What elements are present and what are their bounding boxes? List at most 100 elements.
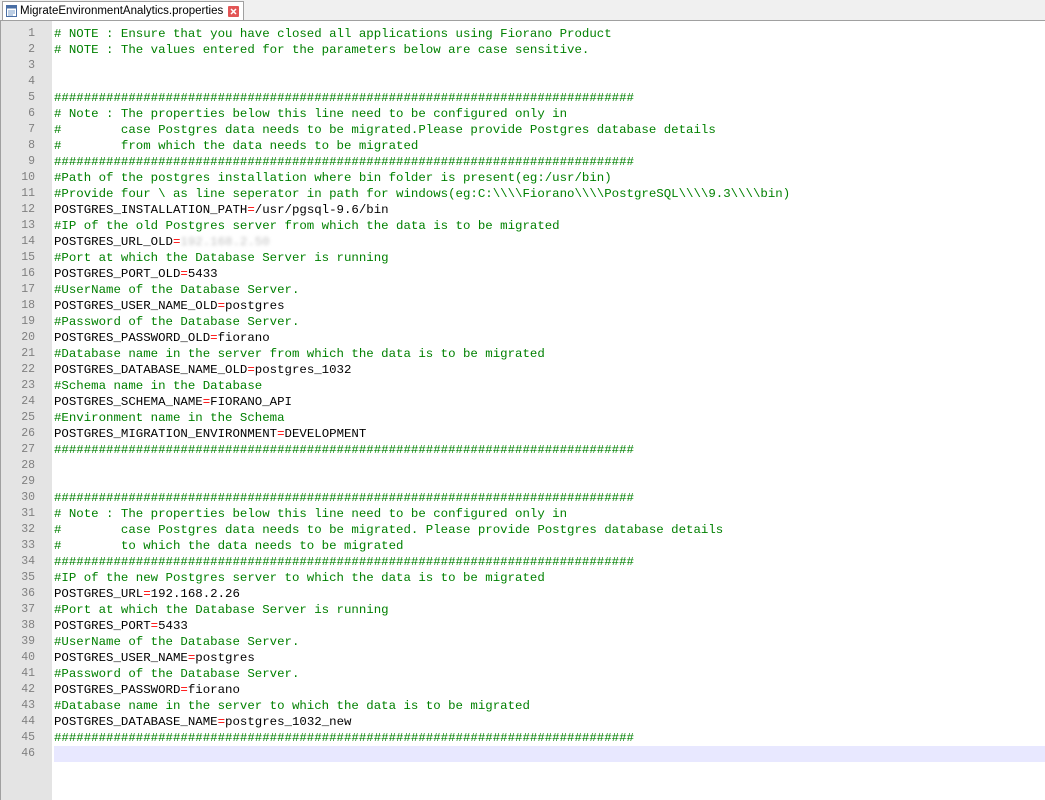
editor-line[interactable]: 14 POSTGRES_URL_OLD=192.168.2.50	[1, 234, 1045, 250]
line-number: 3	[28, 59, 35, 72]
tab-bar: MigrateEnvironmentAnalytics.properties	[0, 0, 1045, 21]
comment-text: # case Postgres data needs to be migrate…	[54, 523, 724, 537]
comment-text: ########################################…	[54, 491, 634, 505]
editor-line[interactable]: 34 ######################################…	[1, 554, 1045, 570]
editor-line[interactable]: 26 POSTGRES_MIGRATION_ENVIRONMENT=DEVELOP…	[1, 426, 1045, 442]
editor-line[interactable]: 18 POSTGRES_USER_NAME_OLD=postgres	[1, 298, 1045, 314]
editor-line[interactable]: 31 # Note : The properties below this lin…	[1, 506, 1045, 522]
text-editor[interactable]: 1 # NOTE : Ensure that you have closed al…	[0, 21, 1045, 800]
comment-text: #UserName of the Database Server.	[54, 283, 300, 297]
editor-line[interactable]: 38 POSTGRES_PORT=5433	[1, 618, 1045, 634]
editor-line[interactable]: 15 #Port at which the Database Server is …	[1, 250, 1045, 266]
line-content: POSTGRES_URL=192.168.2.26	[54, 586, 1045, 602]
editor-line[interactable]: 42 POSTGRES_PASSWORD=fiorano	[1, 682, 1045, 698]
line-number: 12	[21, 203, 35, 216]
comment-text: #IP of the new Postgres server to which …	[54, 571, 545, 585]
line-number: 30	[21, 491, 35, 504]
comment-text: ########################################…	[54, 155, 634, 169]
line-content: #Port at which the Database Server is ru…	[54, 250, 1045, 266]
line-content: # Note : The properties below this line …	[54, 506, 1045, 522]
editor-line[interactable]: 24 POSTGRES_SCHEMA_NAME=FIORANO_API	[1, 394, 1045, 410]
line-content: POSTGRES_MIGRATION_ENVIRONMENT=DEVELOPME…	[54, 426, 1045, 442]
line-number: 20	[21, 331, 35, 344]
line-number: 16	[21, 267, 35, 280]
property-value: DEVELOPMENT	[284, 427, 367, 441]
editor-line[interactable]: 5 #######################################…	[1, 90, 1045, 106]
editor-line[interactable]: 21 #Database name in the server from whic…	[1, 346, 1045, 362]
line-content: ########################################…	[54, 90, 1045, 106]
editor-line[interactable]: 11 #Provide four \ as line seperator in p…	[1, 186, 1045, 202]
editor-line[interactable]: 27 ######################################…	[1, 442, 1045, 458]
property-value: postgres_1032_new	[225, 715, 352, 729]
editor-line[interactable]: 37 #Port at which the Database Server is …	[1, 602, 1045, 618]
editor-line[interactable]: 16 POSTGRES_PORT_OLD=5433	[1, 266, 1045, 282]
editor-line[interactable]: 32 # case Postgres data needs to be migra…	[1, 522, 1045, 538]
property-key: POSTGRES_USER_NAME_OLD	[54, 299, 218, 313]
comment-text: #Port at which the Database Server is ru…	[54, 603, 389, 617]
editor-line[interactable]: 23 #Schema name in the Database	[1, 378, 1045, 394]
line-content: POSTGRES_PORT=5433	[54, 618, 1045, 634]
property-key: POSTGRES_MIGRATION_ENVIRONMENT	[54, 427, 278, 441]
line-number: 9	[28, 155, 35, 168]
editor-line[interactable]: 10 #Path of the postgres installation whe…	[1, 170, 1045, 186]
property-value-redacted: 192.168.2.50	[180, 235, 270, 249]
comment-text: ########################################…	[54, 91, 634, 105]
editor-line[interactable]: 9 #######################################…	[1, 154, 1045, 170]
editor-line[interactable]: 45 ######################################…	[1, 730, 1045, 746]
line-content: POSTGRES_USER_NAME=postgres	[54, 650, 1045, 666]
editor-line[interactable]: 6 # Note : The properties below this line…	[1, 106, 1045, 122]
line-content: ########################################…	[54, 554, 1045, 570]
editor-line[interactable]: 30 ######################################…	[1, 490, 1045, 506]
line-content: #UserName of the Database Server.	[54, 282, 1045, 298]
editor-line[interactable]: 2 # NOTE : The values entered for the par…	[1, 42, 1045, 58]
property-value: postgres	[195, 651, 255, 665]
line-number: 42	[21, 683, 35, 696]
editor-line[interactable]: 3	[1, 58, 1045, 74]
editor-line[interactable]: 43 #Database name in the server to which …	[1, 698, 1045, 714]
editor-line[interactable]: 39 #UserName of the Database Server.	[1, 634, 1045, 650]
editor-line[interactable]: 13 #IP of the old Postgres server from wh…	[1, 218, 1045, 234]
line-number: 46	[21, 747, 35, 760]
editor-line[interactable]: 46	[1, 746, 1045, 762]
editor-line[interactable]: 44 POSTGRES_DATABASE_NAME=postgres_1032_n…	[1, 714, 1045, 730]
editor-line[interactable]: 1 # NOTE : Ensure that you have closed al…	[1, 26, 1045, 42]
line-content: POSTGRES_DATABASE_NAME=postgres_1032_new	[54, 714, 1045, 730]
line-number: 11	[21, 187, 35, 200]
line-content: POSTGRES_PORT_OLD=5433	[54, 266, 1045, 282]
editor-line[interactable]: 35 #IP of the new Postgres server to whic…	[1, 570, 1045, 586]
line-content: #Path of the postgres installation where…	[54, 170, 1045, 186]
editor-line[interactable]: 40 POSTGRES_USER_NAME=postgres	[1, 650, 1045, 666]
editor-line[interactable]: 17 #UserName of the Database Server.	[1, 282, 1045, 298]
property-key: POSTGRES_URL_OLD	[54, 235, 173, 249]
line-number: 41	[21, 667, 35, 680]
file-tab[interactable]: MigrateEnvironmentAnalytics.properties	[2, 1, 245, 20]
close-icon[interactable]	[228, 5, 240, 17]
editor-line[interactable]: 19 #Password of the Database Server.	[1, 314, 1045, 330]
line-number: 23	[21, 379, 35, 392]
editor-line[interactable]: 20 POSTGRES_PASSWORD_OLD=fiorano	[1, 330, 1045, 346]
comment-text: #Port at which the Database Server is ru…	[54, 251, 389, 265]
editor-line[interactable]: 25 #Environment name in the Schema	[1, 410, 1045, 426]
comment-text: ########################################…	[54, 443, 634, 457]
editor-line[interactable]: 22 POSTGRES_DATABASE_NAME_OLD=postgres_10…	[1, 362, 1045, 378]
editor-line[interactable]: 28	[1, 458, 1045, 474]
property-key: POSTGRES_INSTALLATION_PATH	[54, 203, 248, 217]
line-content: #Password of the Database Server.	[54, 666, 1045, 682]
editor-line[interactable]: 29	[1, 474, 1045, 490]
editor-line[interactable]: 7 # case Postgres data needs to be migrat…	[1, 122, 1045, 138]
editor-line[interactable]: 36 POSTGRES_URL=192.168.2.26	[1, 586, 1045, 602]
comment-text: ########################################…	[54, 731, 634, 745]
property-value: fiorano	[187, 683, 240, 697]
line-number: 13	[21, 219, 35, 232]
editor-line[interactable]: 41 #Password of the Database Server.	[1, 666, 1045, 682]
property-key: POSTGRES_PASSWORD_OLD	[54, 331, 211, 345]
editor-line[interactable]: 4	[1, 74, 1045, 90]
comment-text: #Provide four \ as line seperator in pat…	[54, 187, 791, 201]
comment-text: # NOTE : The values entered for the para…	[54, 43, 590, 57]
editor-line[interactable]: 12 POSTGRES_INSTALLATION_PATH=/usr/pgsql-…	[1, 202, 1045, 218]
editor-line[interactable]: 33 # to which the data needs to be migrat…	[1, 538, 1045, 554]
line-number: 38	[21, 619, 35, 632]
line-number: 25	[21, 411, 35, 424]
editor-line[interactable]: 8 # from which the data needs to be migra…	[1, 138, 1045, 154]
property-value: postgres	[225, 299, 285, 313]
